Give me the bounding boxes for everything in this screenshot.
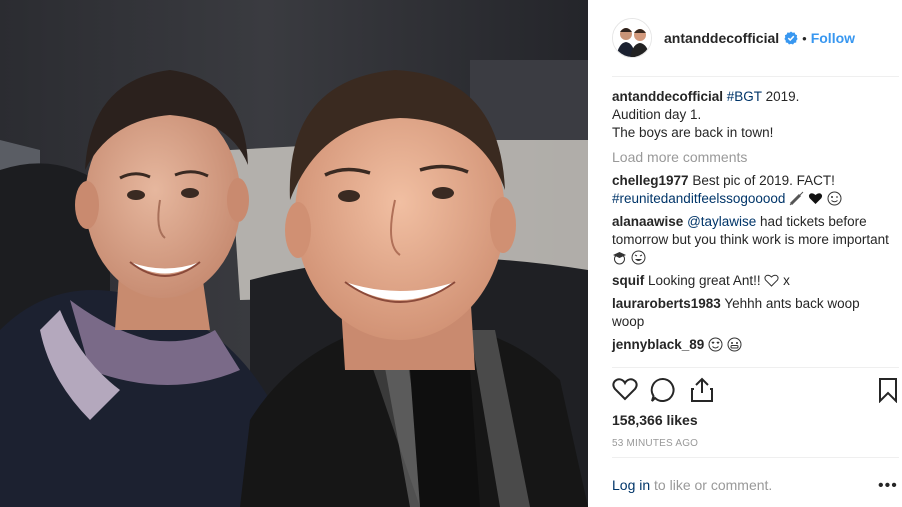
- comment-item: lauraroberts1983 Yehhh ants back woop wo…: [612, 295, 892, 331]
- caption-text: 2019.: [761, 89, 800, 104]
- login-link[interactable]: Log in: [612, 477, 650, 493]
- comment-username[interactable]: squif: [612, 273, 644, 288]
- action-bar: [608, 373, 902, 409]
- header-username[interactable]: antanddecofficial: [664, 30, 779, 46]
- grinning-face-emoji-icon: [727, 337, 742, 352]
- comments-list: antanddecofficial #BGT 2019. Audition da…: [612, 88, 892, 359]
- avatar-image: [613, 19, 651, 57]
- post-header: antanddecofficial • Follow: [588, 0, 902, 76]
- graduation-emoji-icon: [612, 250, 627, 265]
- comment-username[interactable]: jennyblack_89: [612, 337, 704, 352]
- comment-username[interactable]: lauraroberts1983: [612, 296, 721, 311]
- caption-hashtag[interactable]: #BGT: [727, 89, 762, 104]
- comment-username[interactable]: chelleg1977: [612, 173, 689, 188]
- comment-text: Best pic of 2019. FACT!: [688, 173, 835, 188]
- winking-face-emoji-icon: [827, 191, 842, 206]
- heart-emoji-icon: [764, 273, 779, 288]
- comment-text: Looking great Ant!!: [644, 273, 761, 288]
- selfie-illustration: [0, 0, 588, 507]
- caption: antanddecofficial #BGT 2019. Audition da…: [612, 88, 892, 142]
- caption-line-2: Audition day 1.: [612, 107, 702, 122]
- comment-item: squif Looking great Ant!! x: [612, 272, 892, 290]
- comment-username[interactable]: alanaawise: [612, 214, 683, 229]
- comment-mention[interactable]: @taylawise: [687, 214, 756, 229]
- comment-hashtag[interactable]: #reunitedanditfeelssogooood: [612, 191, 785, 206]
- comment-suffix: x: [779, 273, 790, 288]
- post-timestamp[interactable]: 53 MINUTES AGO: [612, 438, 698, 449]
- save-bookmark-icon[interactable]: [878, 377, 898, 406]
- caption-username[interactable]: antanddecofficial: [612, 89, 723, 104]
- login-prompt: Log in to like or comment.: [612, 477, 772, 493]
- separator-dot: •: [802, 30, 807, 46]
- post-side-panel: antanddecofficial • Follow antanddecoffi…: [588, 0, 902, 507]
- heart-eyes-emoji-icon: [708, 337, 723, 352]
- divider: [612, 367, 899, 368]
- comment-item: jennyblack_89: [612, 336, 892, 354]
- post-photo[interactable]: [0, 0, 588, 507]
- syringe-emoji-icon: [789, 191, 804, 206]
- load-more-comments-button[interactable]: Load more comments: [612, 148, 892, 166]
- comment-item: chelleg1977 Best pic of 2019. FACT! #reu…: [612, 172, 892, 208]
- laughing-face-emoji-icon: [631, 250, 646, 265]
- caption-line-3: The boys are back in town!: [612, 125, 774, 140]
- likes-count[interactable]: 158,366 likes: [612, 412, 698, 428]
- comment-item: alanaawise @taylawise had tickets before…: [612, 213, 892, 267]
- black-heart-emoji-icon: [808, 191, 823, 206]
- verified-badge-icon: [784, 31, 798, 45]
- divider: [612, 76, 899, 77]
- avatar[interactable]: [612, 18, 652, 58]
- login-prompt-text: to like or comment.: [650, 477, 773, 493]
- instagram-post-view: antanddecofficial • Follow antanddecoffi…: [0, 0, 902, 507]
- like-heart-icon[interactable]: [612, 377, 638, 404]
- divider: [612, 457, 899, 458]
- follow-button[interactable]: Follow: [811, 30, 855, 46]
- comment-bubble-icon[interactable]: [650, 377, 676, 406]
- share-icon[interactable]: [690, 377, 714, 406]
- more-options-button[interactable]: •••: [878, 477, 898, 495]
